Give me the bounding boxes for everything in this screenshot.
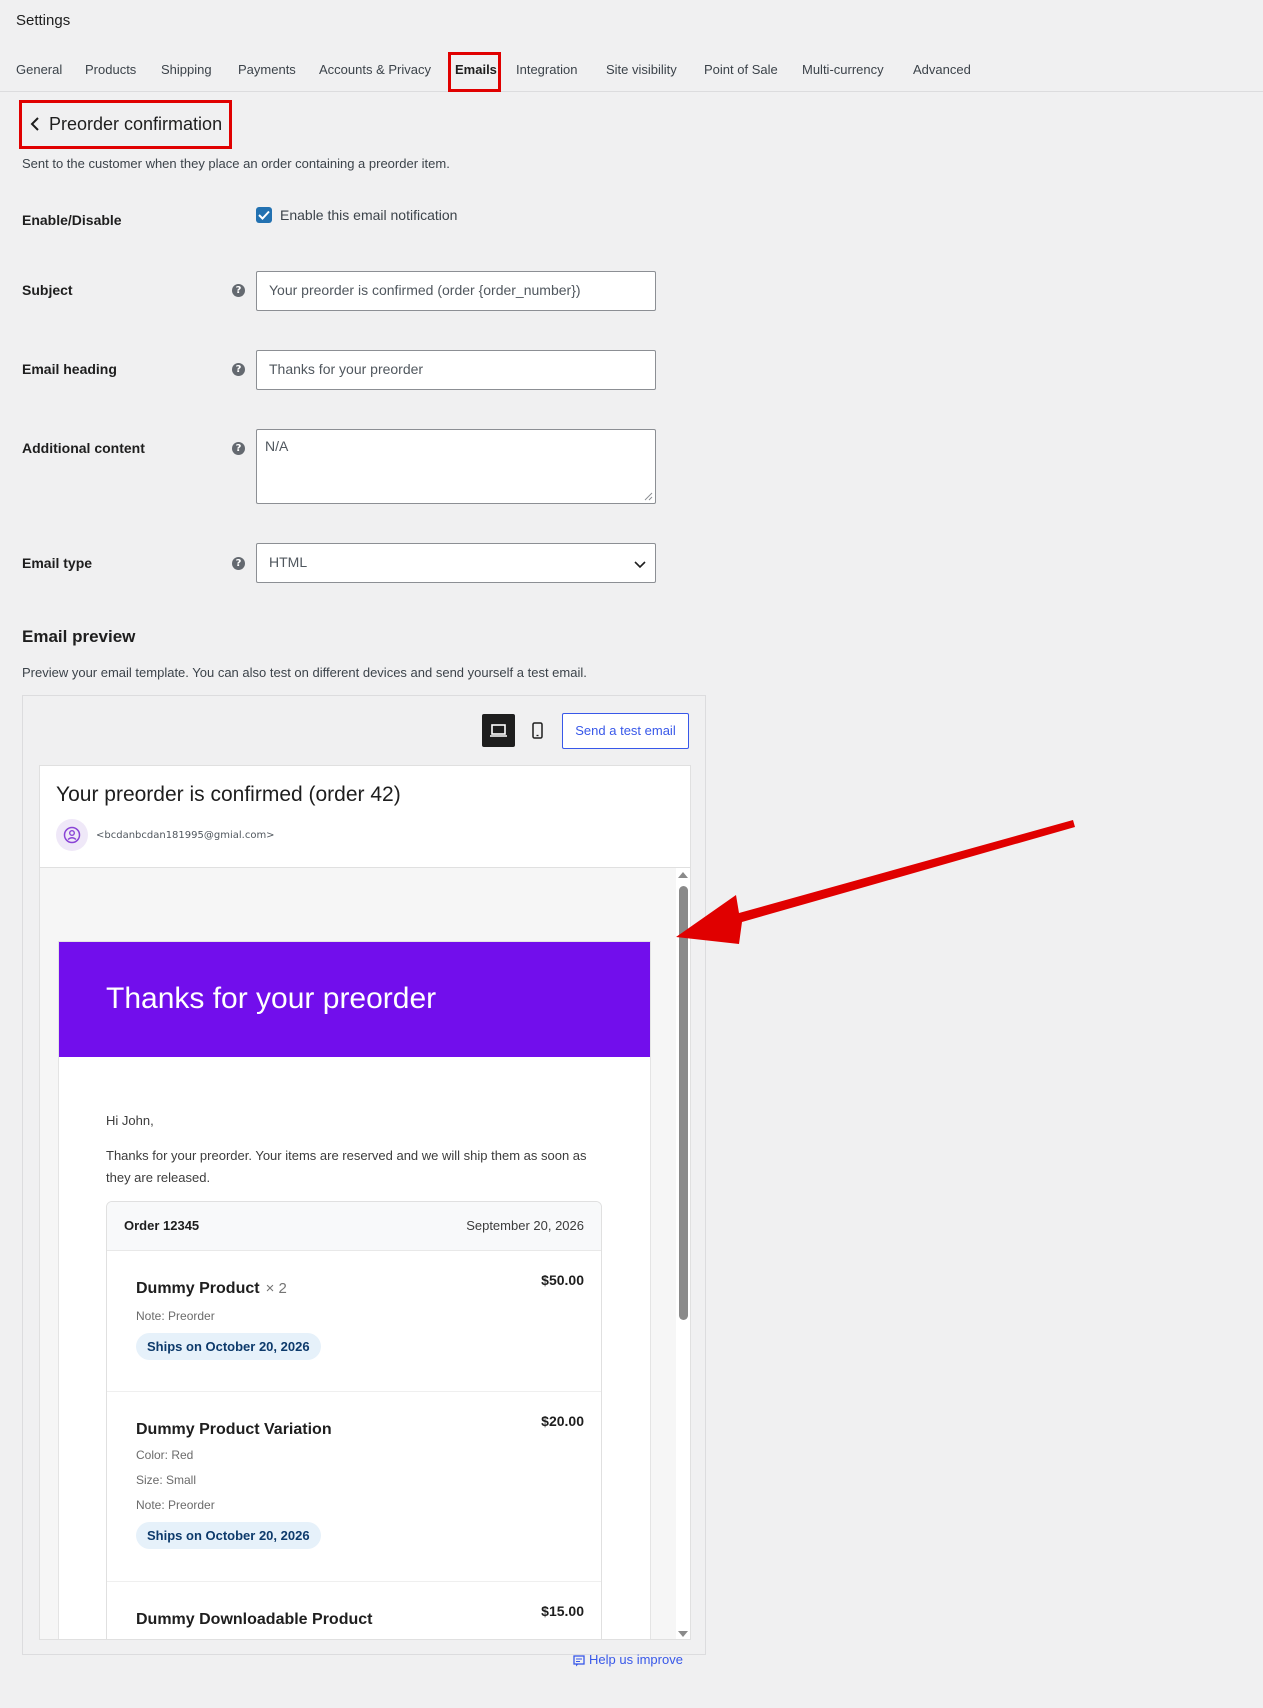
help-icon[interactable]: ?	[232, 442, 245, 455]
chevron-down-icon	[634, 561, 646, 569]
item-size: Size: Small	[136, 1473, 197, 1487]
scrollbar[interactable]	[676, 868, 690, 1639]
mail-from: <bcdanbcdan181995@gmial.com>	[96, 830, 275, 841]
settings-tabs: General Products Shipping Payments Accou…	[0, 55, 1263, 92]
help-icon[interactable]: ?	[232, 284, 245, 297]
item-note: Note: Preorder	[136, 1309, 215, 1323]
feedback-icon	[573, 1654, 585, 1667]
ships-badge: Ships on October 20, 2026	[136, 1333, 321, 1360]
smartphone-icon	[532, 722, 543, 739]
email-title: Preorder confirmation	[49, 114, 223, 134]
order-summary: Order 12345 September 20, 2026 Dummy Pro…	[106, 1201, 602, 1639]
send-test-email-button[interactable]: Send a test email	[562, 713, 689, 749]
item-quantity: × 2	[265, 1280, 287, 1297]
mail-body-viewport[interactable]: Thanks for your preorder Hi John, Thanks…	[40, 868, 690, 1639]
mobile-view-button[interactable]	[521, 714, 554, 747]
email-type-value: HTML	[269, 554, 308, 570]
subject-label: Subject	[22, 282, 73, 298]
help-icon[interactable]: ?	[232, 557, 245, 570]
ships-badge: Ships on October 20, 2026	[136, 1522, 321, 1549]
email-greeting: Hi John,	[106, 1113, 154, 1128]
email-description: Sent to the customer when they place an …	[22, 156, 450, 171]
tab-advanced[interactable]: Advanced	[913, 62, 971, 77]
additional-content-placeholder: N/A	[265, 438, 289, 454]
item-price: $50.00	[541, 1272, 584, 1288]
email-template: Thanks for your preorder Hi John, Thanks…	[58, 941, 651, 1639]
enable-checkbox-label[interactable]: Enable this email notification	[280, 207, 457, 223]
laptop-icon	[490, 724, 507, 737]
resize-handle-icon[interactable]	[644, 492, 653, 501]
user-avatar-icon	[63, 826, 81, 844]
item-note: Note: Preorder	[136, 1498, 215, 1512]
avatar	[56, 819, 88, 851]
back-chevron-icon[interactable]	[27, 115, 45, 133]
email-preview-description: Preview your email template. You can als…	[22, 665, 587, 680]
item-price: $15.00	[541, 1603, 584, 1619]
enable-checkbox[interactable]	[256, 207, 272, 223]
item-name: Dummy Product × 2	[136, 1280, 287, 1297]
mail-preview-card: Your preorder is confirmed (order 42) <b…	[39, 765, 691, 1640]
enable-label: Enable/Disable	[22, 212, 122, 228]
email-intro: Thanks for your preorder. Your items are…	[106, 1148, 587, 1185]
subject-input[interactable]: Your preorder is confirmed (order {order…	[256, 271, 656, 311]
help-us-improve-label: Help us improve	[589, 1652, 683, 1667]
order-item: Dummy Downloadable Product $15.00	[107, 1582, 601, 1639]
tab-shipping[interactable]: Shipping	[161, 62, 212, 77]
help-us-improve-link[interactable]: Help us improve	[573, 1652, 683, 1667]
order-date: September 20, 2026	[466, 1218, 584, 1233]
email-preview-panel: Send a test email Your preorder is confi…	[22, 695, 706, 1655]
emails-tab-highlight	[448, 52, 501, 92]
desktop-view-button[interactable]	[482, 714, 515, 747]
checkmark-icon	[258, 210, 270, 220]
tab-point-of-sale[interactable]: Point of Sale	[704, 62, 778, 77]
tab-general[interactable]: General	[16, 62, 62, 77]
heading-label: Email heading	[22, 361, 117, 377]
item-name: Dummy Product Variation	[136, 1421, 332, 1438]
tab-accounts-privacy[interactable]: Accounts & Privacy	[319, 62, 431, 77]
order-number: Order 12345	[124, 1218, 200, 1233]
email-heading: Thanks for your preorder	[106, 982, 437, 1015]
help-icon[interactable]: ?	[232, 363, 245, 376]
mail-subject: Your preorder is confirmed (order 42)	[56, 783, 401, 806]
item-name: Dummy Downloadable Product	[136, 1611, 373, 1628]
email-preview-title: Email preview	[22, 627, 136, 646]
annotation-arrow-icon	[676, 820, 1075, 944]
additional-content-label: Additional content	[22, 440, 145, 456]
order-item: Dummy Product Variation $20.00 Color: Re…	[107, 1392, 601, 1582]
order-header: Order 12345 September 20, 2026	[107, 1202, 601, 1251]
order-item: Dummy Product × 2 $50.00 Note: Preorder S…	[107, 1251, 601, 1392]
email-type-select[interactable]: HTML	[256, 543, 656, 583]
additional-content-textarea[interactable]: N/A	[256, 429, 656, 504]
tab-products[interactable]: Products	[85, 62, 136, 77]
tab-payments[interactable]: Payments	[238, 62, 296, 77]
tab-multi-currency[interactable]: Multi-currency	[802, 62, 884, 77]
email-type-label: Email type	[22, 555, 93, 571]
tab-site-visibility[interactable]: Site visibility	[606, 62, 677, 77]
item-color: Color: Red	[136, 1448, 194, 1462]
page-title: Settings	[16, 12, 71, 29]
email-header: Thanks for your preorder	[59, 942, 650, 1057]
heading-input[interactable]: Thanks for your preorder	[256, 350, 656, 390]
scroll-down-arrow-icon[interactable]	[678, 1631, 688, 1637]
item-price: $20.00	[541, 1413, 584, 1429]
tab-integration[interactable]: Integration	[516, 62, 577, 77]
